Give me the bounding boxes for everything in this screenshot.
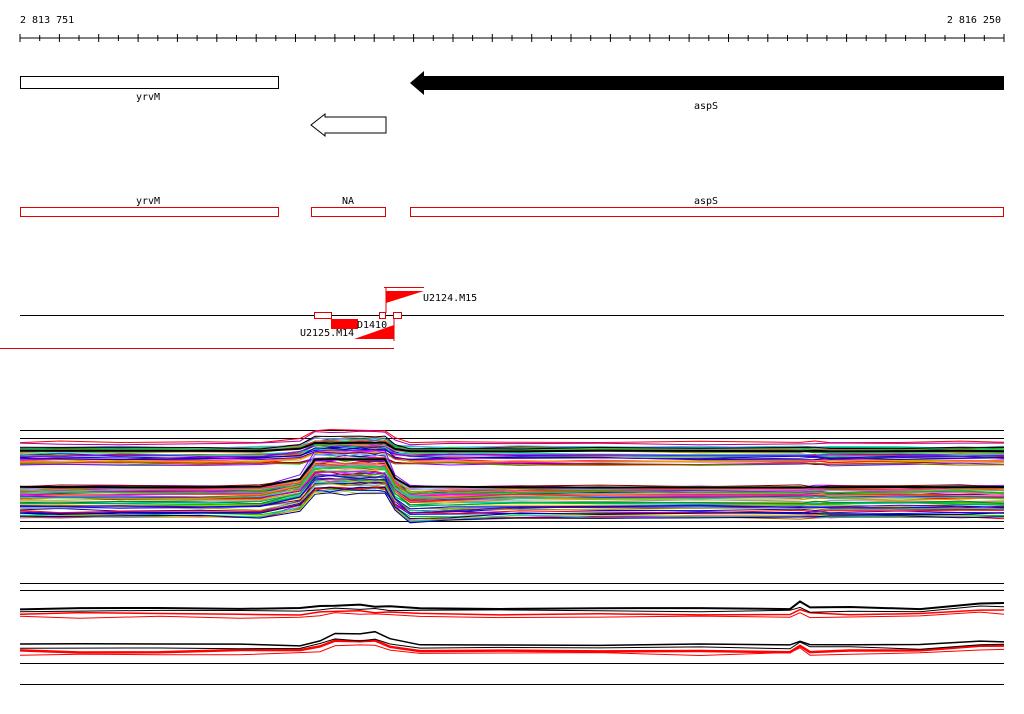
feature-track: U2124.M15 D1410 U2125.M14 [0, 287, 1004, 349]
annotation-yrvm-box[interactable] [20, 207, 279, 217]
profile-summary-line [19, 630, 1005, 647]
annotation-asps-label: aspS [694, 196, 718, 207]
ruler-start-label: 2 813 751 [20, 15, 74, 26]
gene-yrvm-box[interactable] [20, 76, 279, 89]
annotation-yrvm-label: yrvM [136, 196, 160, 207]
gene-track: yrvM aspS [20, 71, 1004, 138]
ruler: 2 813 751 2 816 250 [19, 15, 1005, 42]
gene-yrvm-label: yrvM [136, 92, 160, 103]
annotation-asps-box[interactable] [410, 207, 1004, 217]
profile-lower-series [19, 600, 1005, 657]
profile-track-upper [19, 428, 1005, 529]
profile-upper-series [19, 428, 1005, 524]
annotation-na-box[interactable] [311, 207, 386, 217]
genome-browser-view: 2 813 751 2 816 250 yrvM aspS yrvM NA as… [0, 0, 1024, 714]
feature-d1410-marker-mid [379, 312, 386, 319]
feature-u2125-label: U2125.M14 [300, 328, 354, 339]
profile-summary-line [19, 600, 1005, 611]
gene-asps-arrow[interactable] [410, 71, 1004, 95]
profile-track-lower [19, 583, 1005, 685]
gene-asps-label: aspS [694, 101, 718, 112]
annotation-track: yrvM NA aspS [20, 196, 1004, 217]
profile-series-line [19, 428, 1005, 444]
gene-unnamed-arrow[interactable] [310, 112, 387, 138]
feature-d1410-marker-left [314, 312, 332, 319]
feature-u2124-flag[interactable] [386, 291, 424, 303]
genome-track-canvas: 2 813 751 2 816 250 yrvM aspS yrvM NA as… [0, 15, 1005, 685]
feature-u2124-label: U2124.M15 [423, 293, 477, 304]
annotation-na-label: NA [342, 196, 354, 207]
feature-d1410-marker-right [393, 312, 402, 319]
ruler-end-label: 2 816 250 [947, 15, 1001, 26]
